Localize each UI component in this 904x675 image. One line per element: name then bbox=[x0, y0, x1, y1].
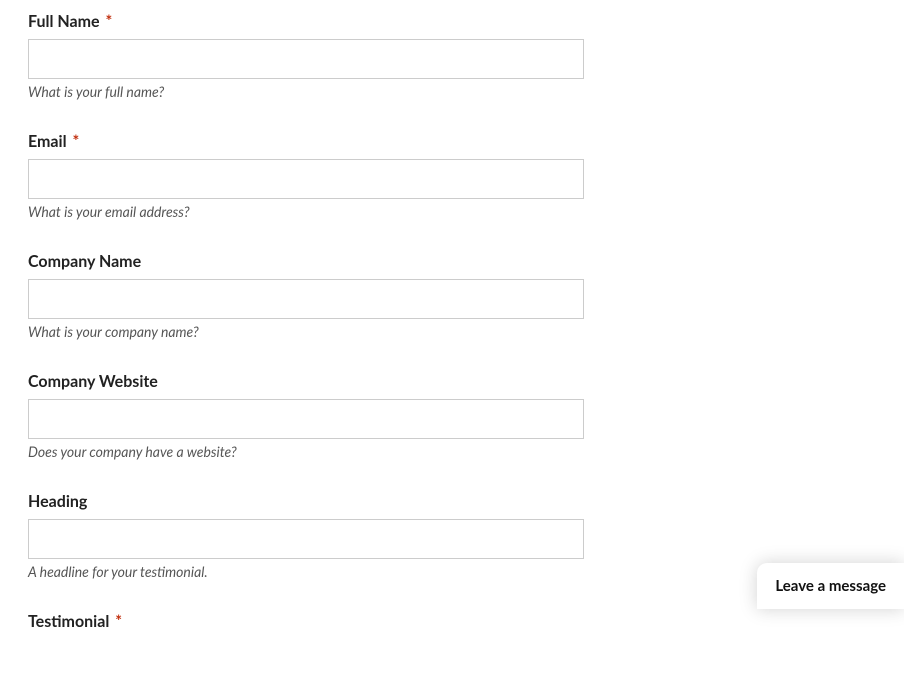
required-indicator: * bbox=[115, 612, 122, 631]
field-company-website: Company Website Does your company have a… bbox=[28, 372, 876, 460]
company-website-label: Company Website bbox=[28, 372, 876, 391]
label-text: Testimonial bbox=[28, 612, 109, 631]
label-text: Email bbox=[28, 132, 67, 151]
required-indicator: * bbox=[105, 12, 112, 31]
full-name-hint: What is your full name? bbox=[28, 83, 876, 100]
field-company-name: Company Name What is your company name? bbox=[28, 252, 876, 340]
company-name-input[interactable] bbox=[28, 279, 584, 319]
heading-hint: A headline for your testimonial. bbox=[28, 563, 876, 580]
email-input[interactable] bbox=[28, 159, 584, 199]
label-text: Heading bbox=[28, 492, 87, 511]
field-full-name: Full Name * What is your full name? bbox=[28, 12, 876, 100]
company-name-hint: What is your company name? bbox=[28, 323, 876, 340]
email-hint: What is your email address? bbox=[28, 203, 876, 220]
company-website-input[interactable] bbox=[28, 399, 584, 439]
label-text: Company Website bbox=[28, 372, 158, 391]
required-indicator: * bbox=[72, 132, 79, 151]
full-name-label: Full Name * bbox=[28, 12, 876, 31]
chat-label: Leave a message bbox=[775, 577, 886, 595]
email-label: Email * bbox=[28, 132, 876, 151]
label-text: Company Name bbox=[28, 252, 141, 271]
testimonial-label: Testimonial * bbox=[28, 612, 876, 631]
heading-input[interactable] bbox=[28, 519, 584, 559]
company-name-label: Company Name bbox=[28, 252, 876, 271]
label-text: Full Name bbox=[28, 12, 100, 31]
company-website-hint: Does your company have a website? bbox=[28, 443, 876, 460]
full-name-input[interactable] bbox=[28, 39, 584, 79]
chat-widget[interactable]: Leave a message bbox=[757, 563, 904, 609]
field-heading: Heading A headline for your testimonial. bbox=[28, 492, 876, 580]
field-testimonial: Testimonial * bbox=[28, 612, 876, 631]
heading-label: Heading bbox=[28, 492, 876, 511]
field-email: Email * What is your email address? bbox=[28, 132, 876, 220]
